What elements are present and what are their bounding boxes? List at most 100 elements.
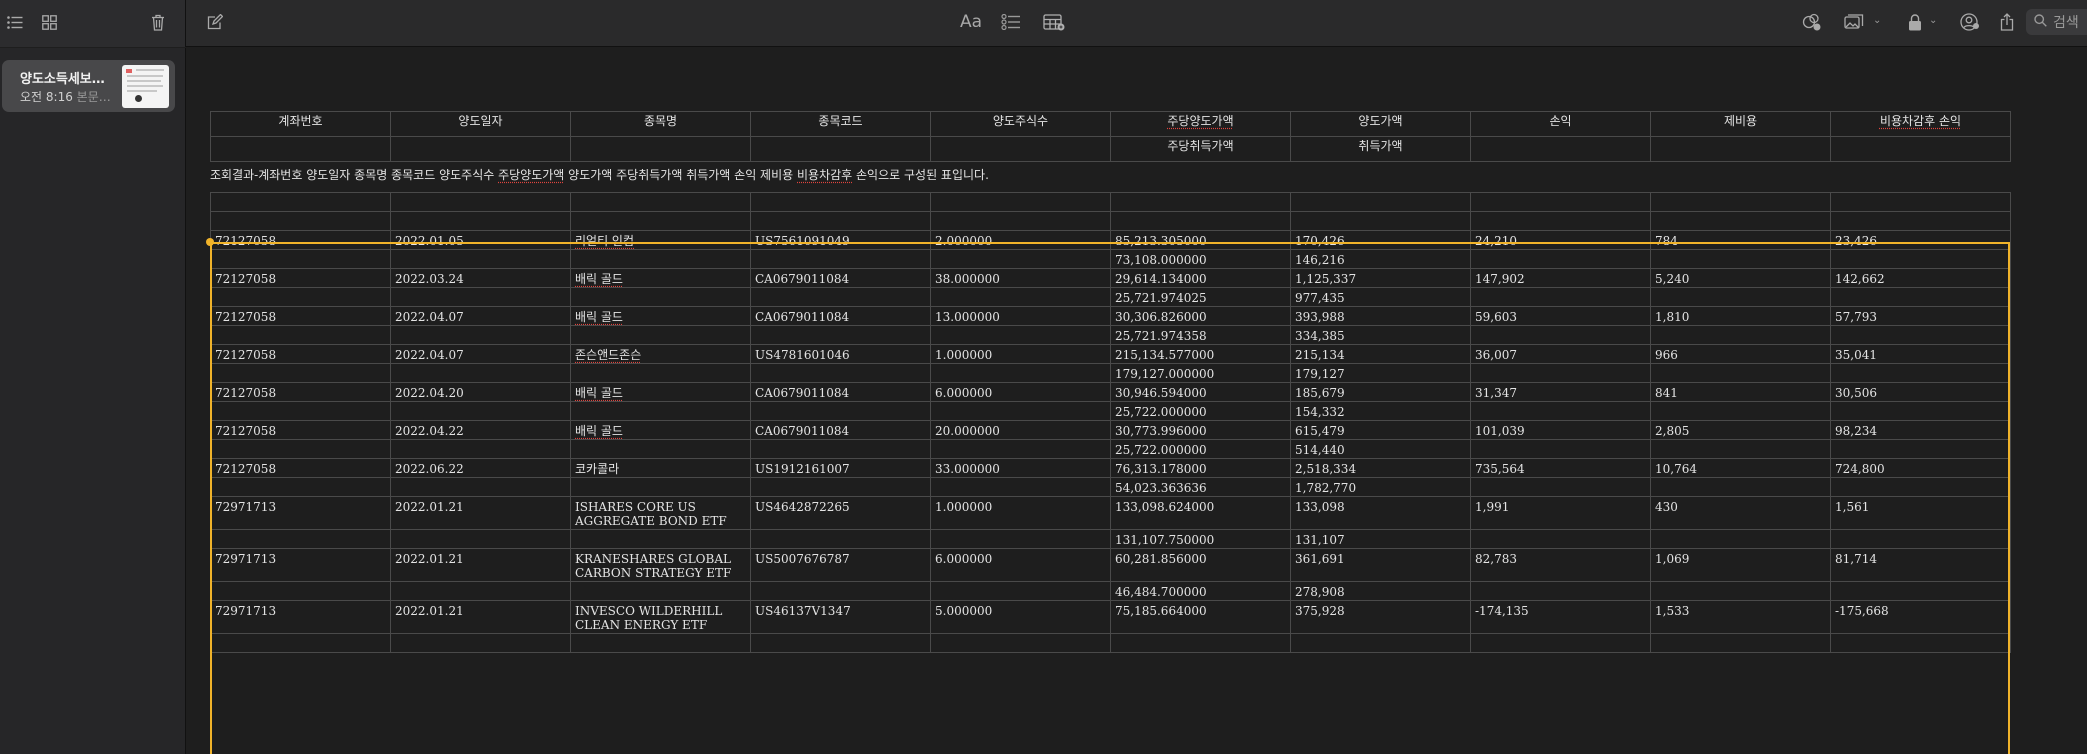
table-cell[interactable] — [1651, 582, 1831, 601]
table-cell[interactable] — [931, 193, 1111, 212]
table-cell[interactable] — [211, 582, 391, 601]
table-cell[interactable] — [1471, 530, 1651, 549]
table-cell[interactable] — [751, 364, 931, 383]
table-cell[interactable] — [1651, 193, 1831, 212]
table-cell[interactable] — [1291, 193, 1471, 212]
header-cell[interactable]: 취득가액 — [1291, 137, 1471, 162]
table-cell[interactable]: 334,385 — [1291, 326, 1471, 345]
header-cell[interactable]: 양도가액 — [1291, 112, 1471, 137]
table-cell[interactable] — [1471, 440, 1651, 459]
table-cell[interactable] — [211, 440, 391, 459]
table-cell[interactable] — [1291, 212, 1471, 231]
table-cell[interactable]: 215,134 — [1291, 345, 1471, 364]
table-cell[interactable] — [391, 478, 571, 497]
table-cell[interactable]: 72971713 — [211, 549, 391, 582]
table-cell[interactable] — [1471, 193, 1651, 212]
table-cell[interactable] — [391, 634, 571, 653]
chevron-down-icon[interactable]: ⌄ — [1929, 15, 1937, 26]
table-cell[interactable]: 배릭 골드 — [571, 421, 751, 440]
table-cell[interactable]: 1.000000 — [931, 497, 1111, 530]
header-cell[interactable] — [211, 137, 391, 162]
header-cell[interactable]: 주당취득가액 — [1111, 137, 1291, 162]
table-cell[interactable] — [211, 530, 391, 549]
table-cell[interactable]: 72127058 — [211, 231, 391, 250]
table-cell[interactable] — [391, 440, 571, 459]
table-cell[interactable] — [1471, 402, 1651, 421]
table-cell[interactable]: INVESCO WILDERHILL CLEAN ENERGY ETF — [571, 601, 751, 634]
media-button[interactable] — [1842, 11, 1866, 33]
table-cell[interactable]: 1,561 — [1831, 497, 2011, 530]
table-cell[interactable] — [571, 634, 751, 653]
table-cell[interactable]: 81,714 — [1831, 549, 2011, 582]
header-cell[interactable] — [1651, 137, 1831, 162]
table-cell[interactable] — [751, 582, 931, 601]
table-cell[interactable]: 278,908 — [1291, 582, 1471, 601]
table-cell[interactable]: -175,668 — [1831, 601, 2011, 634]
table-cell[interactable]: 735,564 — [1471, 459, 1651, 478]
table-cell[interactable] — [1831, 530, 2011, 549]
table-cell[interactable]: 2022.01.21 — [391, 549, 571, 582]
table-cell[interactable]: 2022.01.05 — [391, 231, 571, 250]
table-cell[interactable] — [1651, 288, 1831, 307]
table-cell[interactable]: 10,764 — [1651, 459, 1831, 478]
table-cell[interactable]: 배릭 골드 — [571, 269, 751, 288]
table-cell[interactable]: 133,098 — [1291, 497, 1471, 530]
table-cell[interactable] — [1651, 364, 1831, 383]
table-cell[interactable]: 72971713 — [211, 497, 391, 530]
table-cell[interactable] — [391, 364, 571, 383]
table-cell[interactable]: 1,991 — [1471, 497, 1651, 530]
table-cell[interactable] — [1471, 212, 1651, 231]
table-cell[interactable] — [1471, 326, 1651, 345]
table-cell[interactable] — [391, 582, 571, 601]
table-cell[interactable]: 72127058 — [211, 345, 391, 364]
compose-button[interactable] — [204, 11, 226, 33]
table-cell[interactable] — [571, 193, 751, 212]
format-button[interactable]: Aa — [956, 11, 986, 33]
table-cell[interactable] — [751, 634, 931, 653]
table-cell[interactable] — [1651, 440, 1831, 459]
table-cell[interactable]: 배릭 골드 — [571, 383, 751, 402]
table-cell[interactable]: 101,039 — [1471, 421, 1651, 440]
header-cell[interactable] — [391, 137, 571, 162]
header-cell[interactable]: 손익 — [1471, 112, 1651, 137]
table-cell[interactable]: 36,007 — [1471, 345, 1651, 364]
table-cell[interactable] — [1831, 250, 2011, 269]
table-cell[interactable]: -174,135 — [1471, 601, 1651, 634]
table-cell[interactable]: 72127058 — [211, 459, 391, 478]
table-cell[interactable] — [931, 530, 1111, 549]
table-cell[interactable]: 154,332 — [1291, 402, 1471, 421]
table-cell[interactable]: 24,210 — [1471, 231, 1651, 250]
table-cell[interactable]: 393,988 — [1291, 307, 1471, 326]
table-cell[interactable] — [931, 582, 1111, 601]
table-cell[interactable]: 38.000000 — [931, 269, 1111, 288]
table-cell[interactable]: 98,234 — [1831, 421, 2011, 440]
table-cell[interactable]: 1,125,337 — [1291, 269, 1471, 288]
table-cell[interactable]: 72127058 — [211, 383, 391, 402]
header-cell[interactable]: 주당양도가액 — [1111, 112, 1291, 137]
table-cell[interactable]: CA0679011084 — [751, 307, 931, 326]
table-cell[interactable]: US46137V1347 — [751, 601, 931, 634]
table-cell[interactable]: 215,134.577000 — [1111, 345, 1291, 364]
table-cell[interactable]: 147,902 — [1471, 269, 1651, 288]
table-cell[interactable]: 131,107 — [1291, 530, 1471, 549]
table-cell[interactable]: 133,098.624000 — [1111, 497, 1291, 530]
table-cell[interactable] — [1471, 582, 1651, 601]
table-cell[interactable]: 131,107.750000 — [1111, 530, 1291, 549]
table-cell[interactable] — [211, 212, 391, 231]
table-cell[interactable]: 25,721.974358 — [1111, 326, 1291, 345]
table-cell[interactable] — [1651, 326, 1831, 345]
table-cell[interactable]: 1,810 — [1651, 307, 1831, 326]
table-cell[interactable]: 2.000000 — [931, 231, 1111, 250]
table-cell[interactable] — [211, 402, 391, 421]
table-cell[interactable]: 724,800 — [1831, 459, 2011, 478]
table-cell[interactable] — [931, 364, 1111, 383]
table-cell[interactable]: 2022.06.22 — [391, 459, 571, 478]
table-cell[interactable] — [931, 440, 1111, 459]
table-cell[interactable] — [931, 326, 1111, 345]
table-cell[interactable]: 5.000000 — [931, 601, 1111, 634]
table-cell[interactable]: 배릭 골드 — [571, 307, 751, 326]
lock-button[interactable] — [1904, 11, 1926, 33]
table-cell[interactable]: 72127058 — [211, 269, 391, 288]
table-cell[interactable] — [931, 250, 1111, 269]
table-cell[interactable] — [1831, 193, 2011, 212]
